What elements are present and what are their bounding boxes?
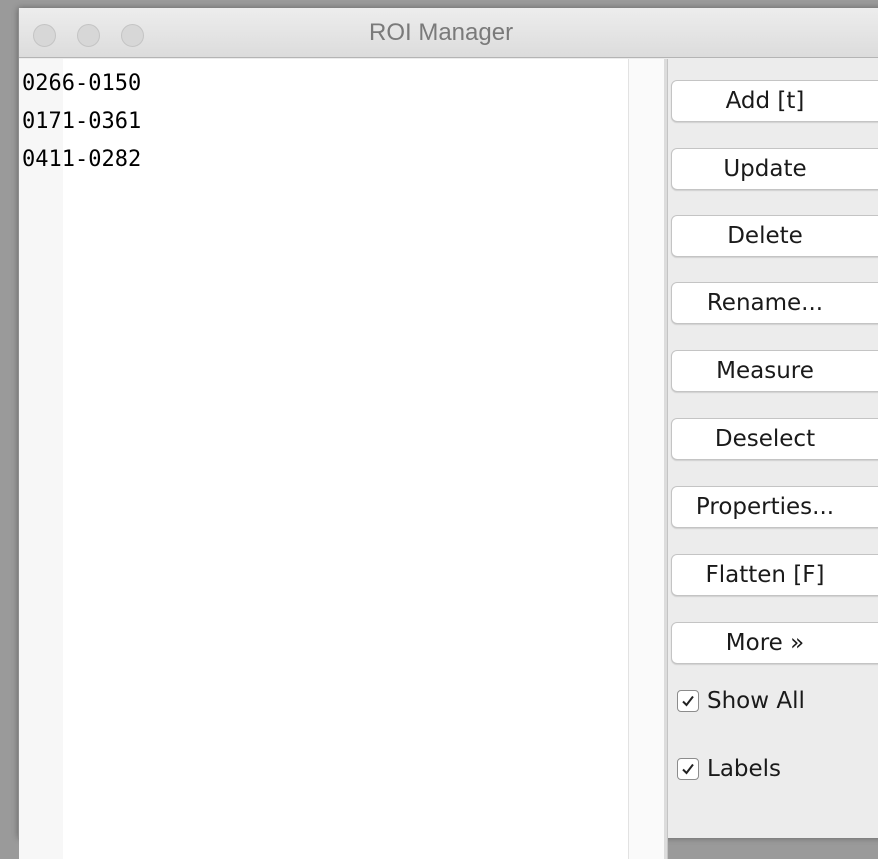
roi-manager-window: ROI Manager 0266-0150 0171-0361 0411-028… [18, 8, 878, 859]
roi-list-item[interactable]: 0266-0150 [22, 65, 141, 103]
roi-list-item[interactable]: 0171-0361 [22, 103, 141, 141]
update-button-label: Update [723, 156, 807, 182]
add-button-label: Add [t] [725, 88, 805, 114]
delete-button[interactable]: Delete [671, 215, 878, 257]
delete-button-label: Delete [727, 223, 803, 249]
checkmark-icon [682, 695, 694, 707]
more-button-label: More » [725, 630, 805, 656]
deselect-button[interactable]: Deselect [671, 418, 878, 460]
labels-option[interactable]: Labels [677, 752, 781, 786]
labels-label: Labels [707, 756, 782, 782]
show-all-label: Show All [707, 688, 805, 714]
add-button[interactable]: Add [t] [671, 80, 878, 122]
properties-button-label: Properties... [695, 494, 835, 520]
roi-list: 0266-0150 0171-0361 0411-0282 [22, 65, 141, 179]
list-gutter [19, 59, 63, 859]
flatten-button[interactable]: Flatten [F] [671, 554, 878, 596]
measure-button[interactable]: Measure [671, 350, 878, 392]
window-title: ROI Manager [369, 19, 514, 46]
update-button[interactable]: Update [671, 148, 878, 190]
flatten-button-label: Flatten [F] [705, 562, 825, 588]
more-button[interactable]: More » [671, 622, 878, 664]
zoom-window-icon[interactable] [121, 24, 144, 47]
measure-button-label: Measure [716, 358, 814, 384]
deselect-button-label: Deselect [714, 426, 816, 452]
rename-button[interactable]: Rename... [671, 282, 878, 324]
close-window-icon[interactable] [33, 24, 56, 47]
checkmark-icon [682, 763, 694, 775]
show-all-option[interactable]: Show All [677, 684, 805, 718]
properties-button[interactable]: Properties... [671, 486, 878, 528]
panel-divider [664, 59, 668, 859]
rename-button-label: Rename... [706, 290, 824, 316]
show-all-checkbox[interactable] [677, 690, 699, 712]
labels-checkbox[interactable] [677, 758, 699, 780]
title-bar[interactable]: ROI Manager [19, 8, 878, 58]
list-scrollbar[interactable] [628, 59, 664, 859]
roi-list-item[interactable]: 0411-0282 [22, 141, 141, 179]
minimize-window-icon[interactable] [77, 24, 100, 47]
roi-list-panel[interactable]: 0266-0150 0171-0361 0411-0282 [19, 59, 664, 859]
